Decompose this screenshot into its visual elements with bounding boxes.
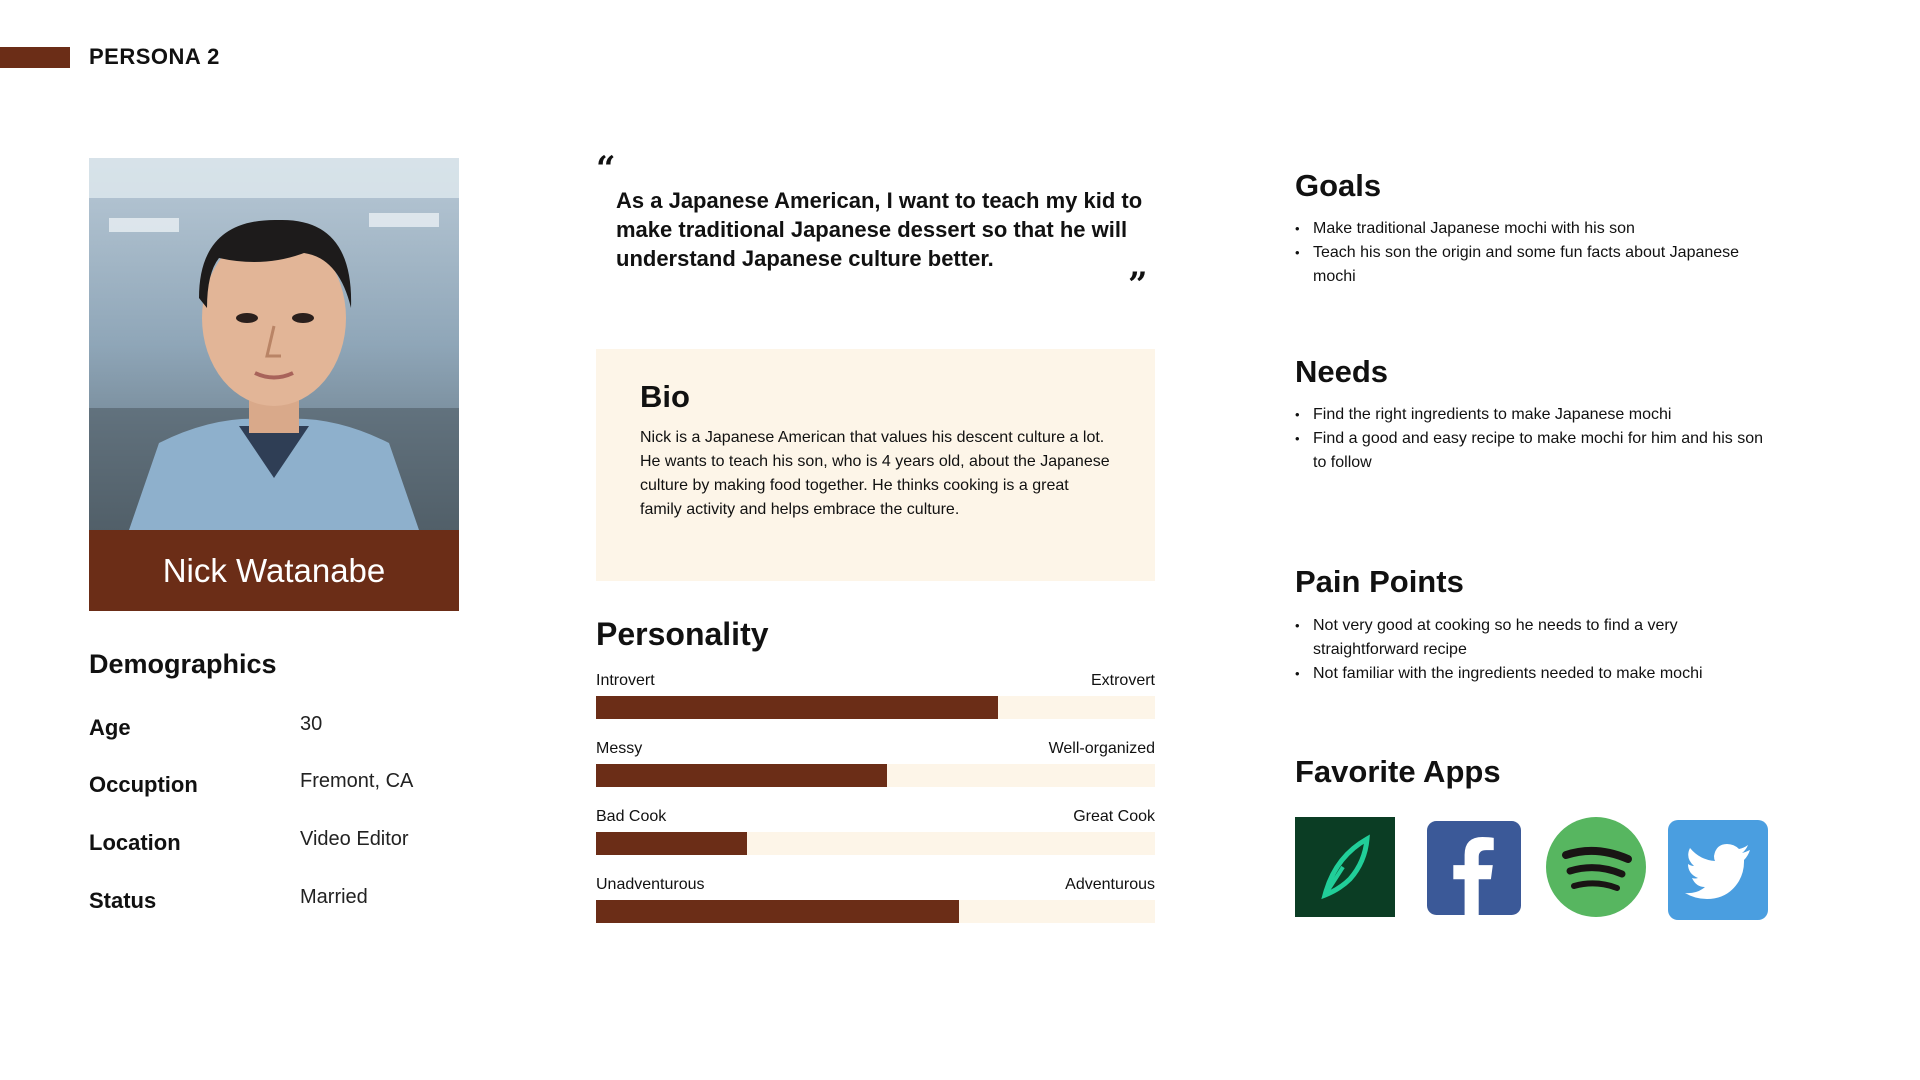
persona-photo xyxy=(89,158,459,530)
persona-quote: As a Japanese American, I want to teach … xyxy=(616,188,1143,271)
spotify-icon xyxy=(1546,817,1646,917)
quote-open-mark: “ xyxy=(596,149,616,189)
quote-close-mark: ” xyxy=(1128,265,1148,305)
goals-list: Make traditional Japanese mochi with his… xyxy=(1295,217,1765,289)
list-item: Make traditional Japanese mochi with his… xyxy=(1295,217,1765,241)
demographics-label: Location xyxy=(89,830,181,855)
trait-fill xyxy=(596,832,747,855)
demographics-row: Status Married xyxy=(89,886,429,918)
favorite-apps-title: Favorite Apps xyxy=(1295,754,1501,789)
trait-fill xyxy=(596,900,960,923)
demographics-row: Age 30 xyxy=(89,713,429,745)
twitter-icon xyxy=(1668,820,1768,920)
trait-left-label: Unadventurous xyxy=(596,876,705,893)
demographics-row: Occuption Fremont, CA xyxy=(89,770,429,802)
demographics-value: Married xyxy=(300,886,368,908)
trait-slider: Bad Cook Great Cook xyxy=(596,808,1155,858)
trait-track xyxy=(596,696,1155,719)
bio-title: Bio xyxy=(640,379,690,414)
trait-right-label: Great Cook xyxy=(1073,808,1155,825)
facebook-icon xyxy=(1427,821,1521,915)
needs-title: Needs xyxy=(1295,354,1389,389)
demographics-label: Status xyxy=(89,888,157,913)
demographics-label: Occuption xyxy=(89,772,198,797)
page-title: PERSONA 2 xyxy=(89,44,220,69)
robinhood-icon xyxy=(1295,817,1395,917)
trait-track xyxy=(596,764,1155,787)
trait-slider: Introvert Extrovert xyxy=(596,672,1155,722)
list-item: Teach his son the origin and some fun fa… xyxy=(1295,241,1765,289)
persona-card: Nick Watanabe xyxy=(89,158,459,611)
list-item: Not familiar with the ingredients needed… xyxy=(1295,662,1765,686)
demographics-label: Age xyxy=(89,715,131,740)
trait-fill xyxy=(596,696,999,719)
header-accent-bar xyxy=(0,47,70,68)
demographics-value: Fremont, CA xyxy=(300,770,414,792)
trait-fill xyxy=(596,764,887,787)
needs-list: Find the right ingredients to make Japan… xyxy=(1295,403,1765,475)
persona-name: Nick Watanabe xyxy=(162,551,386,589)
demographics-row: Location Video Editor xyxy=(89,828,429,860)
list-item: Find the right ingredients to make Japan… xyxy=(1295,403,1765,427)
trait-left-label: Messy xyxy=(596,740,643,757)
list-item: Find a good and easy recipe to make moch… xyxy=(1295,427,1765,475)
persona-name-plate: Nick Watanabe xyxy=(89,530,459,611)
demographics-value: Video Editor xyxy=(300,828,409,850)
bio-text: Nick is a Japanese American that values … xyxy=(640,429,1110,518)
list-item: Not very good at cooking so he needs to … xyxy=(1295,614,1765,662)
bio-card: Bio Nick is a Japanese American that val… xyxy=(596,349,1155,581)
trait-right-label: Extrovert xyxy=(1090,672,1155,689)
trait-track xyxy=(596,900,1155,923)
pain-points-list: Not very good at cooking so he needs to … xyxy=(1295,614,1765,686)
goals-title: Goals xyxy=(1295,168,1382,203)
trait-track xyxy=(596,832,1155,855)
trait-left-label: Introvert xyxy=(596,672,655,689)
demographics-value: 30 xyxy=(300,713,323,735)
pain-points-title: Pain Points xyxy=(1295,564,1464,599)
trait-right-label: Adventurous xyxy=(1065,876,1155,893)
personality-title: Personality xyxy=(596,616,769,652)
demographics-title: Demographics xyxy=(89,649,277,679)
trait-slider: Unadventurous Adventurous xyxy=(596,876,1155,926)
trait-left-label: Bad Cook xyxy=(596,808,667,825)
trait-right-label: Well-organized xyxy=(1048,740,1155,757)
trait-slider: Messy Well-organized xyxy=(596,740,1155,790)
